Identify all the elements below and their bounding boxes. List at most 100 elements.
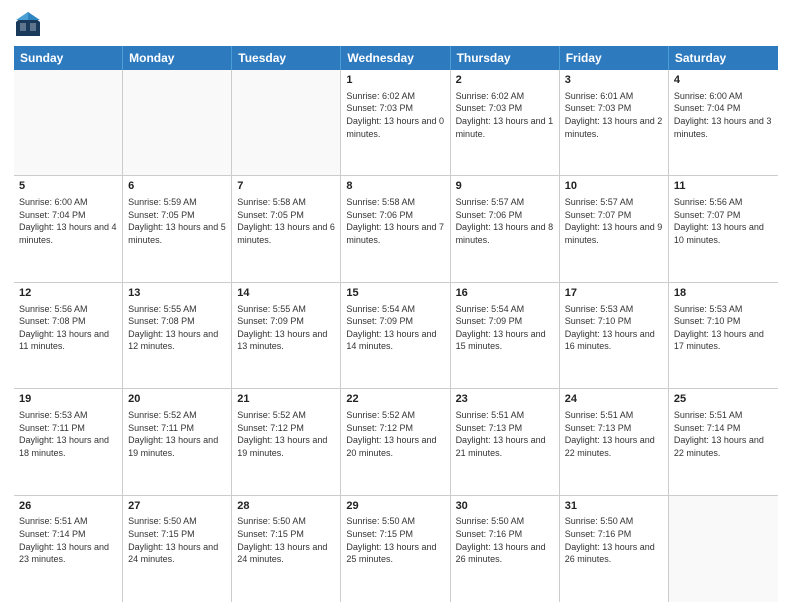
calendar-cell: 24Sunrise: 5:51 AMSunset: 7:13 PMDayligh… (560, 389, 669, 494)
calendar-row: 19Sunrise: 5:53 AMSunset: 7:11 PMDayligh… (14, 389, 778, 495)
logo-icon (14, 10, 42, 38)
calendar-cell: 23Sunrise: 5:51 AMSunset: 7:13 PMDayligh… (451, 389, 560, 494)
calendar-cell: 6 Sunrise: 5:59 AMSunset: 7:05 PMDaylight… (123, 176, 232, 281)
calendar-cell: 10Sunrise: 5:57 AMSunset: 7:07 PMDayligh… (560, 176, 669, 281)
calendar-cell: 2 Sunrise: 6:02 AMSunset: 7:03 PMDaylight… (451, 70, 560, 175)
day-info: Sunrise: 5:57 AMSunset: 7:06 PMDaylight:… (456, 196, 554, 246)
day-info: Sunrise: 5:50 AMSunset: 7:15 PMDaylight:… (128, 515, 226, 565)
logo (14, 10, 46, 38)
calendar-cell: 29Sunrise: 5:50 AMSunset: 7:15 PMDayligh… (341, 496, 450, 602)
day-number: 22 (346, 392, 444, 407)
day-number: 1 (346, 73, 444, 88)
day-number: 27 (128, 499, 226, 514)
page: SundayMondayTuesdayWednesdayThursdayFrid… (0, 0, 792, 612)
calendar-cell: 21 Sunrise: 5:52 AMSunset: 7:12 PMDayligh… (232, 389, 341, 494)
calendar-cell: 17Sunrise: 5:53 AMSunset: 7:10 PMDayligh… (560, 283, 669, 388)
calendar-cell: 4 Sunrise: 6:00 AMSunset: 7:04 PMDaylight… (669, 70, 778, 175)
day-number: 13 (128, 286, 226, 301)
day-number: 7 (237, 179, 335, 194)
day-number: 16 (456, 286, 554, 301)
day-info: Sunrise: 5:54 AMSunset: 7:09 PMDaylight:… (456, 303, 554, 353)
day-number: 3 (565, 73, 663, 88)
day-info: Sunrise: 5:51 AMSunset: 7:13 PMDaylight:… (456, 409, 554, 459)
day-number: 6 (128, 179, 226, 194)
day-info: Sunrise: 5:55 AMSunset: 7:09 PMDaylight:… (237, 303, 335, 353)
calendar-cell (232, 70, 341, 175)
day-number: 25 (674, 392, 773, 407)
day-number: 11 (674, 179, 773, 194)
day-info: Sunrise: 5:52 AMSunset: 7:12 PMDaylight:… (346, 409, 444, 459)
calendar-cell: 18Sunrise: 5:53 AMSunset: 7:10 PMDayligh… (669, 283, 778, 388)
weekday-header: Saturday (669, 46, 778, 70)
calendar-cell: 20 Sunrise: 5:52 AMSunset: 7:11 PMDayligh… (123, 389, 232, 494)
day-info: Sunrise: 6:02 AMSunset: 7:03 PMDaylight:… (346, 90, 444, 140)
calendar-header: SundayMondayTuesdayWednesdayThursdayFrid… (14, 46, 778, 70)
day-info: Sunrise: 5:56 AMSunset: 7:08 PMDaylight:… (19, 303, 117, 353)
day-info: Sunrise: 5:58 AMSunset: 7:06 PMDaylight:… (346, 196, 444, 246)
day-number: 26 (19, 499, 117, 514)
day-info: Sunrise: 5:51 AMSunset: 7:14 PMDaylight:… (19, 515, 117, 565)
calendar-cell: 7Sunrise: 5:58 AMSunset: 7:05 PMDaylight… (232, 176, 341, 281)
calendar-cell: 27Sunrise: 5:50 AMSunset: 7:15 PMDayligh… (123, 496, 232, 602)
day-info: Sunrise: 5:55 AMSunset: 7:08 PMDaylight:… (128, 303, 226, 353)
day-number: 24 (565, 392, 663, 407)
calendar-cell: 13 Sunrise: 5:55 AMSunset: 7:08 PMDayligh… (123, 283, 232, 388)
day-number: 28 (237, 499, 335, 514)
calendar-row: 1 Sunrise: 6:02 AMSunset: 7:03 PMDaylight… (14, 70, 778, 176)
weekday-header: Sunday (14, 46, 123, 70)
day-number: 29 (346, 499, 444, 514)
calendar-cell (123, 70, 232, 175)
calendar-cell (669, 496, 778, 602)
day-number: 5 (19, 179, 117, 194)
weekday-header: Monday (123, 46, 232, 70)
calendar-cell: 14Sunrise: 5:55 AMSunset: 7:09 PMDayligh… (232, 283, 341, 388)
day-info: Sunrise: 5:57 AMSunset: 7:07 PMDaylight:… (565, 196, 663, 246)
calendar-cell: 28Sunrise: 5:50 AMSunset: 7:15 PMDayligh… (232, 496, 341, 602)
day-number: 30 (456, 499, 554, 514)
calendar-cell (14, 70, 123, 175)
day-number: 20 (128, 392, 226, 407)
day-info: Sunrise: 5:59 AMSunset: 7:05 PMDaylight:… (128, 196, 226, 246)
day-number: 21 (237, 392, 335, 407)
day-info: Sunrise: 5:52 AMSunset: 7:12 PMDaylight:… (237, 409, 335, 459)
calendar-cell: 30Sunrise: 5:50 AMSunset: 7:16 PMDayligh… (451, 496, 560, 602)
calendar-row: 5 Sunrise: 6:00 AMSunset: 7:04 PMDaylight… (14, 176, 778, 282)
calendar-cell: 1 Sunrise: 6:02 AMSunset: 7:03 PMDaylight… (341, 70, 450, 175)
calendar-cell: 25 Sunrise: 5:51 AMSunset: 7:14 PMDayligh… (669, 389, 778, 494)
day-info: Sunrise: 6:02 AMSunset: 7:03 PMDaylight:… (456, 90, 554, 140)
day-number: 31 (565, 499, 663, 514)
day-number: 9 (456, 179, 554, 194)
calendar: SundayMondayTuesdayWednesdayThursdayFrid… (14, 46, 778, 602)
day-info: Sunrise: 5:52 AMSunset: 7:11 PMDaylight:… (128, 409, 226, 459)
day-number: 12 (19, 286, 117, 301)
day-info: Sunrise: 5:53 AMSunset: 7:10 PMDaylight:… (565, 303, 663, 353)
day-info: Sunrise: 6:00 AMSunset: 7:04 PMDaylight:… (674, 90, 773, 140)
calendar-cell: 5 Sunrise: 6:00 AMSunset: 7:04 PMDaylight… (14, 176, 123, 281)
calendar-cell: 8 Sunrise: 5:58 AMSunset: 7:06 PMDaylight… (341, 176, 450, 281)
weekday-header: Thursday (451, 46, 560, 70)
day-info: Sunrise: 5:50 AMSunset: 7:15 PMDaylight:… (237, 515, 335, 565)
calendar-cell: 16 Sunrise: 5:54 AMSunset: 7:09 PMDayligh… (451, 283, 560, 388)
calendar-cell: 12 Sunrise: 5:56 AMSunset: 7:08 PMDayligh… (14, 283, 123, 388)
calendar-cell: 26Sunrise: 5:51 AMSunset: 7:14 PMDayligh… (14, 496, 123, 602)
day-info: Sunrise: 5:50 AMSunset: 7:15 PMDaylight:… (346, 515, 444, 565)
day-number: 8 (346, 179, 444, 194)
weekday-header: Friday (560, 46, 669, 70)
calendar-body: 1 Sunrise: 6:02 AMSunset: 7:03 PMDaylight… (14, 70, 778, 602)
calendar-cell: 3 Sunrise: 6:01 AMSunset: 7:03 PMDaylight… (560, 70, 669, 175)
calendar-cell: 9 Sunrise: 5:57 AMSunset: 7:06 PMDaylight… (451, 176, 560, 281)
day-info: Sunrise: 5:50 AMSunset: 7:16 PMDaylight:… (565, 515, 663, 565)
day-info: Sunrise: 6:01 AMSunset: 7:03 PMDaylight:… (565, 90, 663, 140)
day-number: 2 (456, 73, 554, 88)
day-info: Sunrise: 5:53 AMSunset: 7:10 PMDaylight:… (674, 303, 773, 353)
day-number: 4 (674, 73, 773, 88)
day-info: Sunrise: 5:53 AMSunset: 7:11 PMDaylight:… (19, 409, 117, 459)
calendar-cell: 11Sunrise: 5:56 AMSunset: 7:07 PMDayligh… (669, 176, 778, 281)
calendar-row: 26Sunrise: 5:51 AMSunset: 7:14 PMDayligh… (14, 496, 778, 602)
day-info: Sunrise: 6:00 AMSunset: 7:04 PMDaylight:… (19, 196, 117, 246)
calendar-cell: 22 Sunrise: 5:52 AMSunset: 7:12 PMDayligh… (341, 389, 450, 494)
calendar-row: 12 Sunrise: 5:56 AMSunset: 7:08 PMDayligh… (14, 283, 778, 389)
day-info: Sunrise: 5:51 AMSunset: 7:14 PMDaylight:… (674, 409, 773, 459)
day-info: Sunrise: 5:50 AMSunset: 7:16 PMDaylight:… (456, 515, 554, 565)
calendar-cell: 19Sunrise: 5:53 AMSunset: 7:11 PMDayligh… (14, 389, 123, 494)
